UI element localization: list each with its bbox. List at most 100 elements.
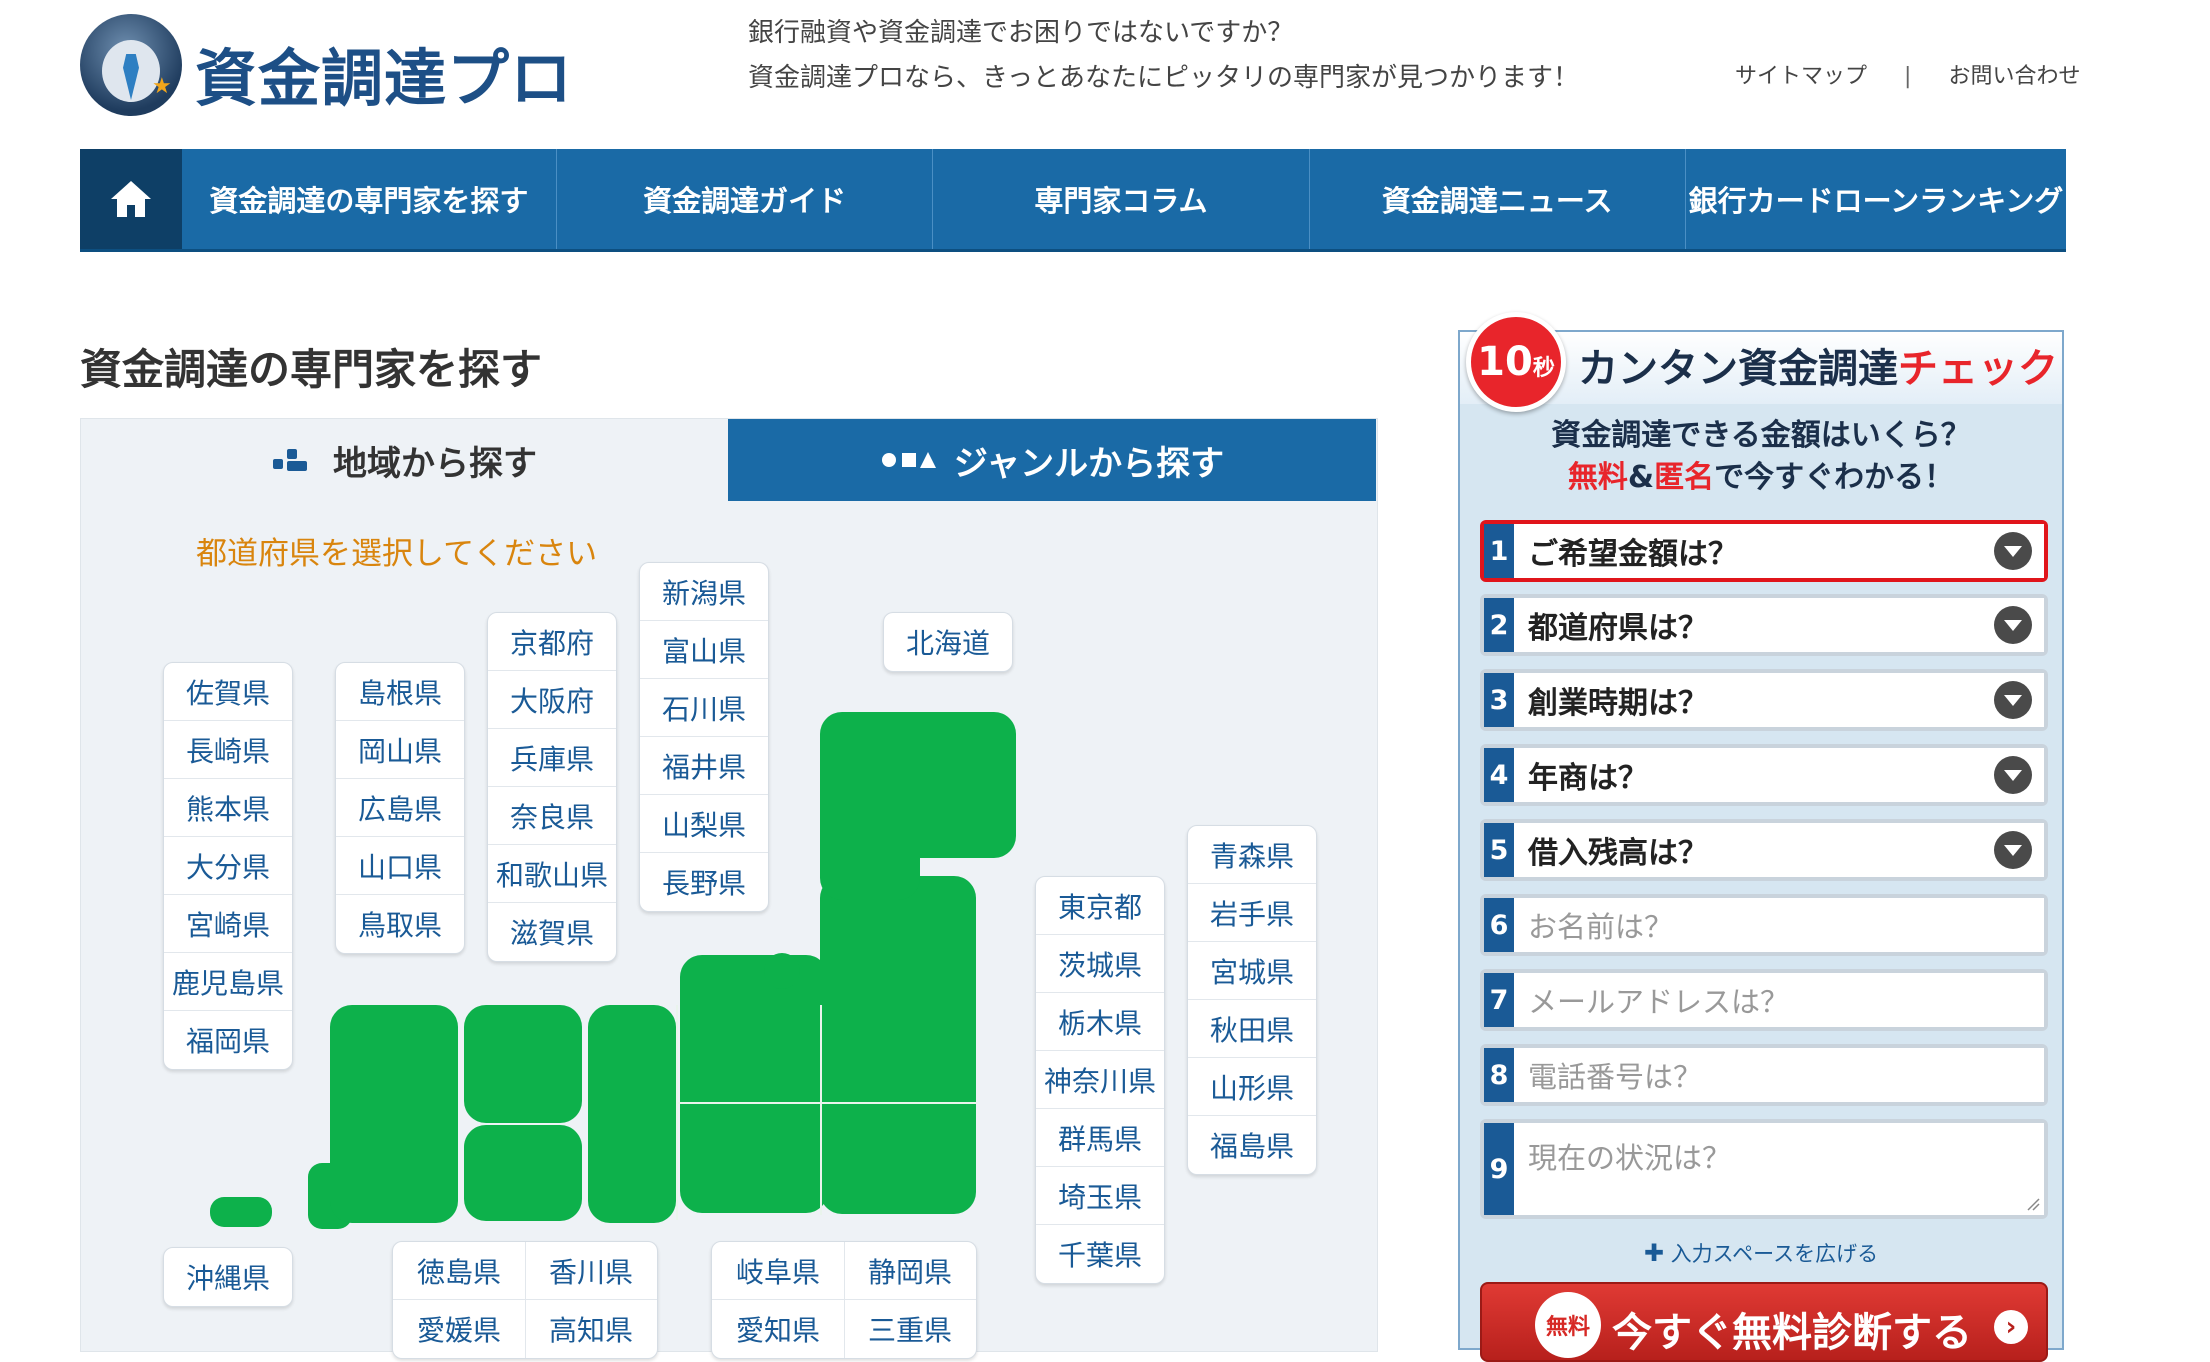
dropdown-arrow-icon bbox=[1994, 681, 2032, 719]
question-label: 都道府県は？ bbox=[1528, 611, 1708, 646]
question-number: 1 bbox=[1484, 524, 1514, 578]
nav-guide[interactable]: 資金調達ガイド bbox=[556, 149, 932, 249]
dropdown-arrow-icon bbox=[1994, 532, 2032, 570]
pref-chiba[interactable]: 千葉県 bbox=[1036, 1225, 1164, 1283]
map-chubu[interactable] bbox=[680, 955, 828, 1213]
site-logo[interactable]: ★ 資金調達プロ bbox=[80, 14, 572, 119]
region-icon bbox=[273, 449, 307, 471]
map-kyushu[interactable] bbox=[330, 1005, 458, 1223]
pref-nagano[interactable]: 長野県 bbox=[640, 853, 768, 911]
pref-miyagi[interactable]: 宮城県 bbox=[1188, 942, 1316, 1000]
pref-kagoshima[interactable]: 鹿児島県 bbox=[164, 953, 292, 1011]
tab-region[interactable]: 地域から探す bbox=[80, 419, 728, 501]
tab-region-label: 地域から探す bbox=[333, 443, 537, 484]
pref-akita[interactable]: 秋田県 bbox=[1188, 1000, 1316, 1058]
pref-tokushima[interactable]: 徳島県 bbox=[393, 1242, 525, 1300]
pref-yamanashi[interactable]: 山梨県 bbox=[640, 795, 768, 853]
pref-toyama[interactable]: 富山県 bbox=[640, 621, 768, 679]
prefecture-group-hokuriku: 新潟県 富山県 石川県 福井県 山梨県 長野県 bbox=[639, 562, 769, 912]
pref-kochi[interactable]: 高知県 bbox=[525, 1300, 657, 1358]
pref-aomori[interactable]: 青森県 bbox=[1188, 826, 1316, 884]
expand-input-link[interactable]: ✚ 入力スペースを広げる bbox=[1460, 1238, 2062, 1268]
pref-hiroshima[interactable]: 広島県 bbox=[336, 779, 464, 837]
pref-gifu[interactable]: 岐阜県 bbox=[712, 1242, 844, 1300]
pref-fukui[interactable]: 福井県 bbox=[640, 737, 768, 795]
question-prefecture-select[interactable]: 2 都道府県は？ bbox=[1480, 594, 2048, 656]
pref-tokyo[interactable]: 東京都 bbox=[1036, 877, 1164, 935]
dropdown-arrow-icon bbox=[1994, 831, 2032, 869]
contact-link[interactable]: お問い合わせ bbox=[1948, 64, 2080, 89]
pref-osaka[interactable]: 大阪府 bbox=[488, 671, 616, 729]
nav-home-button[interactable] bbox=[80, 149, 182, 249]
pref-niigata[interactable]: 新潟県 bbox=[640, 563, 768, 621]
logo-text: 資金調達プロ bbox=[195, 42, 574, 115]
map-okinawa[interactable] bbox=[210, 1197, 272, 1227]
name-input[interactable]: 6 お名前は？ bbox=[1480, 894, 2048, 956]
nav-find-experts[interactable]: 資金調達の専門家を探す bbox=[182, 149, 556, 249]
map-grid-line bbox=[820, 1005, 822, 1215]
sitemap-link[interactable]: サイトマップ bbox=[1735, 64, 1867, 89]
pref-nara[interactable]: 奈良県 bbox=[488, 787, 616, 845]
question-amount-select[interactable]: 1 ご希望金額は？ bbox=[1480, 520, 2048, 582]
expand-label: 入力スペースを広げる bbox=[1670, 1242, 1879, 1266]
map-honshu-east[interactable] bbox=[820, 876, 976, 1214]
nav-news[interactable]: 資金調達ニュース bbox=[1308, 149, 1685, 249]
free-text: 無料 bbox=[1567, 460, 1628, 495]
prefecture-group-okinawa: 沖縄県 bbox=[163, 1247, 293, 1307]
pref-ishikawa[interactable]: 石川県 bbox=[640, 679, 768, 737]
question-revenue-select[interactable]: 4 年商は？ bbox=[1480, 744, 2048, 806]
page-title: 資金調達の専門家を探す bbox=[80, 345, 543, 394]
pref-okinawa[interactable]: 沖縄県 bbox=[164, 1248, 292, 1306]
question-number: 2 bbox=[1484, 598, 1514, 652]
email-input[interactable]: 7 メールアドレスは？ bbox=[1480, 969, 2048, 1031]
tab-genre-label: ジャンルから探す bbox=[953, 443, 1225, 484]
phone-input[interactable]: 8 電話番号は？ bbox=[1480, 1044, 2048, 1106]
pref-hokkaido[interactable]: 北海道 bbox=[884, 613, 1012, 671]
select-box: 2 都道府県は？ bbox=[1484, 598, 2044, 652]
dropdown-arrow-icon bbox=[1994, 606, 2032, 644]
pref-kagawa[interactable]: 香川県 bbox=[525, 1242, 657, 1300]
tab-genre[interactable]: ジャンルから探す bbox=[728, 419, 1376, 501]
pref-kyoto[interactable]: 京都府 bbox=[488, 613, 616, 671]
prefecture-group-chugoku: 島根県 岡山県 広島県 山口県 鳥取県 bbox=[335, 662, 465, 954]
resize-handle-icon[interactable] bbox=[2024, 1195, 2040, 1211]
status-textarea[interactable]: 9 現在の状況は？ bbox=[1480, 1119, 2048, 1219]
pref-saga[interactable]: 佐賀県 bbox=[164, 663, 292, 721]
pref-saitama[interactable]: 埼玉県 bbox=[1036, 1167, 1164, 1225]
question-debt-select[interactable]: 5 借入残高は？ bbox=[1480, 819, 2048, 881]
pref-ibaraki[interactable]: 茨城県 bbox=[1036, 935, 1164, 993]
pref-fukuoka[interactable]: 福岡県 bbox=[164, 1011, 292, 1069]
map-shikoku[interactable] bbox=[464, 1125, 582, 1221]
pref-wakayama[interactable]: 和歌山県 bbox=[488, 845, 616, 903]
pref-miyazaki[interactable]: 宮崎県 bbox=[164, 895, 292, 953]
pref-shizuoka[interactable]: 静岡県 bbox=[844, 1242, 976, 1300]
question-label: 借入残高は？ bbox=[1528, 836, 1708, 871]
pref-kanagawa[interactable]: 神奈川県 bbox=[1036, 1051, 1164, 1109]
prefecture-group-hokkaido: 北海道 bbox=[883, 612, 1013, 672]
pref-hyogo[interactable]: 兵庫県 bbox=[488, 729, 616, 787]
map-chugoku[interactable] bbox=[464, 1005, 582, 1123]
pref-shimane[interactable]: 島根県 bbox=[336, 663, 464, 721]
pref-nagasaki[interactable]: 長崎県 bbox=[164, 721, 292, 779]
select-box: 3 創業時期は？ bbox=[1484, 673, 2044, 727]
pref-okayama[interactable]: 岡山県 bbox=[336, 721, 464, 779]
pref-shiga[interactable]: 滋賀県 bbox=[488, 903, 616, 961]
pref-mie[interactable]: 三重県 bbox=[844, 1300, 976, 1358]
pref-aichi[interactable]: 愛知県 bbox=[712, 1300, 844, 1358]
select-box: 4 年商は？ bbox=[1484, 748, 2044, 802]
question-founding-select[interactable]: 3 創業時期は？ bbox=[1480, 669, 2048, 731]
nav-column[interactable]: 専門家コラム bbox=[932, 149, 1308, 249]
pref-ehime[interactable]: 愛媛県 bbox=[393, 1300, 525, 1358]
pref-tochigi[interactable]: 栃木県 bbox=[1036, 993, 1164, 1051]
pref-yamaguchi[interactable]: 山口県 bbox=[336, 837, 464, 895]
pref-fukushima[interactable]: 福島県 bbox=[1188, 1116, 1316, 1174]
map-kinki[interactable] bbox=[588, 1005, 676, 1223]
pref-oita[interactable]: 大分県 bbox=[164, 837, 292, 895]
pref-yamagata[interactable]: 山形県 bbox=[1188, 1058, 1316, 1116]
pref-tottori[interactable]: 鳥取県 bbox=[336, 895, 464, 953]
amp-text: & bbox=[1627, 460, 1655, 495]
pref-gunma[interactable]: 群馬県 bbox=[1036, 1109, 1164, 1167]
pref-iwate[interactable]: 岩手県 bbox=[1188, 884, 1316, 942]
pref-kumamoto[interactable]: 熊本県 bbox=[164, 779, 292, 837]
nav-cardloan-ranking[interactable]: 銀行カードローンランキング bbox=[1684, 149, 2066, 249]
